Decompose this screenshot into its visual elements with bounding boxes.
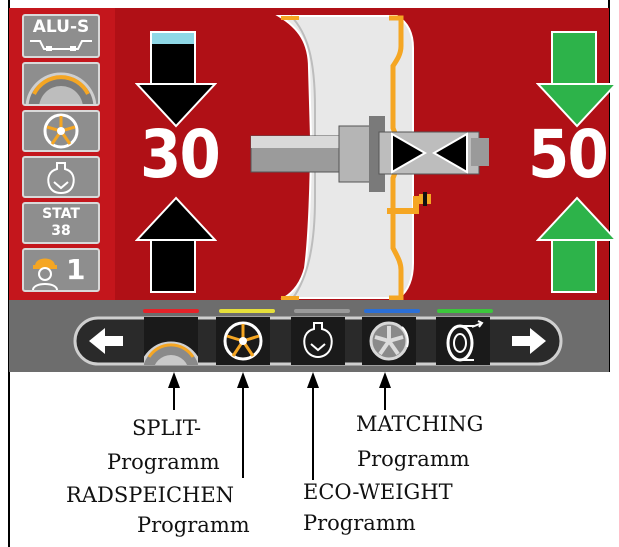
eco-weight-button[interactable] — [22, 156, 100, 198]
radspeichen-annotation-line1: RADSPEICHEN — [66, 483, 235, 507]
arrow-up-left-icon — [135, 196, 217, 293]
radspeichen-annotation-line2: Programm — [137, 513, 250, 537]
arrow-down-right-icon — [536, 31, 618, 128]
split-annotation-line1: SPLIT- — [132, 416, 202, 440]
split-toolbar-button[interactable] — [139, 317, 203, 405]
matching-annotation-line1: MATCHING — [356, 412, 484, 436]
stat-value: 38 — [51, 223, 71, 239]
spoke-program-button[interactable] — [22, 110, 100, 152]
operator-number: 1 — [66, 253, 86, 286]
operator-button[interactable]: 1 — [22, 248, 100, 292]
matching-annotation-line2: Programm — [357, 447, 470, 471]
arrow-left-icon — [89, 328, 123, 354]
eco-weight-annotation-line2-wrap: Programm — [303, 509, 416, 537]
left-imbalance-value: 30 — [140, 116, 221, 193]
tire-icon — [446, 320, 484, 362]
arrow-up-right-icon — [536, 196, 618, 293]
tire-toolbar-button[interactable] — [436, 317, 490, 365]
indicator-green — [437, 309, 493, 313]
radspeichen-annotation-line2-wrap: Programm — [137, 511, 250, 539]
matching-wheel-icon — [369, 321, 409, 361]
split-program-button[interactable] — [22, 62, 100, 106]
spoke-wheel-icon — [43, 113, 79, 149]
weight-icon — [47, 162, 75, 195]
split-program-annotation-line2: Programm — [107, 448, 220, 476]
next-button[interactable] — [506, 322, 552, 360]
matching-annotation: MATCHING — [356, 410, 483, 438]
eco-annotation-line1: ECO-WEIGHT — [303, 480, 453, 504]
indicator-red — [143, 309, 199, 313]
spoke-wheel-icon — [223, 321, 263, 361]
weight-icon — [303, 322, 333, 359]
indicator-gray — [294, 309, 350, 313]
split-program-annotation: SPLIT- — [132, 414, 201, 442]
spoke-toolbar-button[interactable] — [216, 317, 270, 365]
stat-button[interactable]: STAT 38 — [22, 202, 100, 244]
program-toolbar — [9, 300, 609, 405]
prev-button[interactable] — [83, 322, 129, 360]
matching-toolbar-button[interactable] — [362, 317, 416, 365]
split-wheel-icon — [139, 341, 203, 405]
split-annotation-line2: Programm — [107, 450, 220, 474]
radspeichen-annotation: RADSPEICHEN — [66, 481, 234, 509]
stat-label: STAT — [42, 206, 80, 222]
rim-profile-icon — [30, 40, 92, 51]
eco-weight-annotation: ECO-WEIGHT — [303, 478, 453, 506]
alu-mode-button[interactable]: ALU-S — [22, 14, 100, 58]
split-wheel-icon — [25, 72, 97, 104]
eco-annotation-line2: Programm — [303, 511, 416, 535]
matching-annotation-line2-wrap: Programm — [357, 445, 470, 473]
indicator-blue — [364, 309, 420, 313]
right-imbalance-value: 50 — [528, 116, 609, 193]
eco-weight-toolbar-button[interactable] — [291, 317, 345, 365]
alu-mode-label: ALU-S — [32, 17, 90, 37]
arrow-right-icon — [512, 328, 546, 354]
arrow-down-left-icon — [135, 31, 217, 128]
mode-sidebar: ALU-S STAT 38 1 — [9, 8, 115, 300]
operator-icon — [32, 258, 58, 290]
indicator-yellow — [219, 309, 275, 313]
